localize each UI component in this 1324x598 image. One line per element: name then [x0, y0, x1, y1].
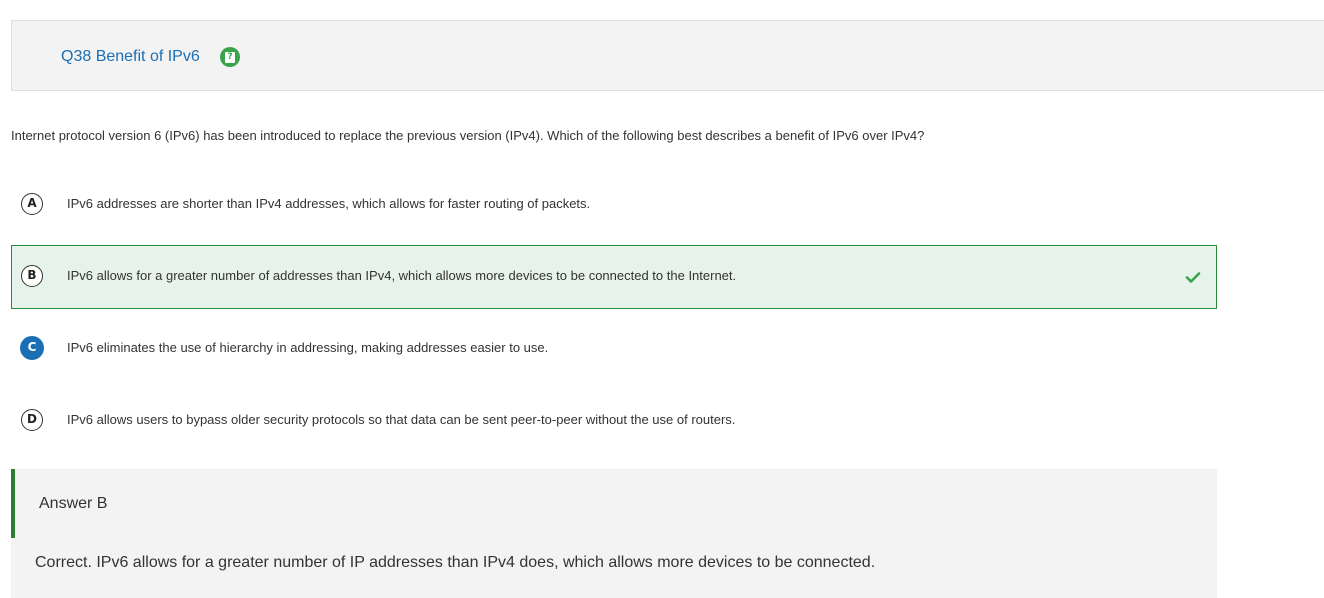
help-icon[interactable]: ? [220, 47, 240, 67]
option-a-text: IPv6 addresses are shorter than IPv4 add… [67, 196, 591, 211]
option-d-letter: D [21, 409, 43, 431]
answer-panel: Answer B Correct. IPv6 allows for a grea… [11, 469, 1217, 598]
option-d[interactable]: D IPv6 allows users to bypass older secu… [11, 388, 1217, 452]
option-d-text: IPv6 allows users to bypass older securi… [67, 412, 736, 427]
question-title: Q38 Benefit of IPv6 [61, 48, 200, 65]
option-c-letter: C [21, 337, 43, 359]
option-b-letter: B [21, 265, 43, 287]
question-header: Q38 Benefit of IPv6 ? [11, 20, 1324, 91]
option-b-text: IPv6 allows for a greater number of addr… [67, 268, 737, 283]
option-a-letter: A [21, 193, 43, 215]
answer-accent-bar [11, 469, 15, 538]
answer-label: Answer B [39, 495, 108, 512]
option-a[interactable]: A IPv6 addresses are shorter than IPv4 a… [11, 172, 1217, 236]
option-c-text: IPv6 eliminates the use of hierarchy in … [67, 340, 549, 355]
check-icon [1185, 272, 1201, 283]
option-b[interactable]: B IPv6 allows for a greater number of ad… [11, 245, 1217, 309]
answer-explanation: Correct. IPv6 allows for a greater numbe… [35, 554, 876, 571]
question-text: Internet protocol version 6 (IPv6) has b… [11, 128, 925, 143]
option-c[interactable]: C IPv6 eliminates the use of hierarchy i… [11, 316, 1217, 380]
